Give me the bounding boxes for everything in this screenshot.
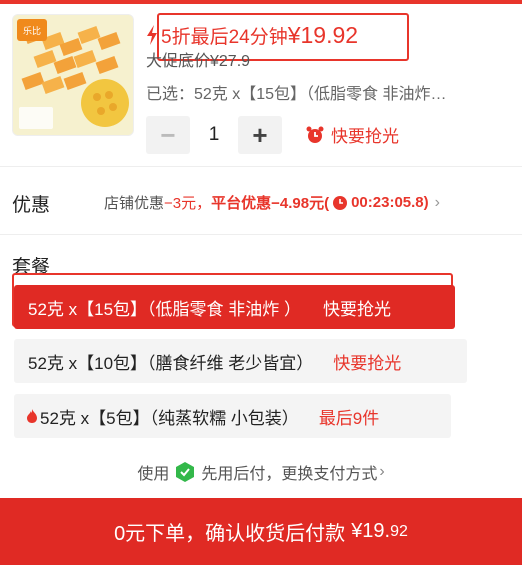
top-highlight-frame [14,0,506,4]
chevron-right-icon: › [434,193,440,211]
brand-logo-text: 乐比 [23,25,41,37]
chevron-right-icon: › [379,463,385,480]
clock-icon [333,195,348,210]
package-option-tag: 快要抢光 [333,353,402,373]
package-option-label: 52克 x【15包】（低脂零食 非油炸 ） [28,299,301,319]
divider [0,234,522,235]
package-option-label: 52克 x【5包】（纯蒸软糯 小包装） [40,408,299,428]
coupon-detail-row[interactable]: 店铺优惠 −3元， 平台优惠 −4.98元( 00:23:05.8) › [104,192,440,213]
decrement-button[interactable]: − [146,116,190,154]
package-option-selected[interactable]: 52克 x【15包】（低脂零食 非油炸 ） 快要抢光 [14,285,455,329]
checkout-price: ¥19. [351,520,391,542]
coupon-title: 优惠 [12,195,51,216]
stock-warning: 快要抢光 [305,122,399,147]
store-coupon-label: 店铺优惠 [104,195,165,212]
package-option-tag: 最后9件 [318,408,380,428]
quantity-value[interactable]: 1 [190,124,238,146]
checkout-label: 0元下单，确认收货后付款 [114,523,346,545]
pay-later-icon [176,462,195,482]
platform-coupon-amount: −4.98元( [271,195,330,212]
package-option-label: 52克 x【10包】（膳食纤维 老少皆宜） [28,353,314,373]
lightning-icon [147,25,157,45]
store-coupon-amount: −3元， [164,195,212,212]
coupon-timer: 00:23:05.8) [351,194,429,211]
product-thumbnail[interactable]: 乐比 [12,14,134,136]
promo-price: 大促底价¥27.9 [146,53,251,70]
pay-later-row[interactable]: 使用 先用后付，更换支付方式 › [0,460,522,484]
package-option[interactable]: 52克 x【10包】（膳食纤维 老少皆宜） 快要抢光 [14,339,467,383]
platform-coupon-label: 平台优惠 [211,195,272,212]
fire-icon [27,409,37,423]
pay-later-text: 先用后付，更换支付方式 [201,466,378,483]
checkout-price-decimal: 92 [390,522,408,540]
divider [0,166,522,167]
flash-sale-price: ¥19.92 [287,21,359,48]
selected-spec[interactable]: 已选：52克 x【15包】（低脂零食 非油炸… [146,80,506,104]
quantity-stepper: − 1 + [146,116,282,154]
checkout-button[interactable]: 0元下单，确认收货后付款 ¥19. 92 [0,498,522,565]
pay-later-prefix: 使用 [137,466,170,483]
alarm-clock-icon [306,126,324,143]
increment-button[interactable]: + [238,116,282,154]
package-option-tag: 快要抢光 [323,299,391,319]
flash-sale-text: 5折最后24分钟 [161,26,288,48]
package-option[interactable]: 52克 x【5包】（纯蒸软糯 小包装） 最后9件 [14,394,451,438]
stock-warning-label: 快要抢光 [331,127,399,146]
